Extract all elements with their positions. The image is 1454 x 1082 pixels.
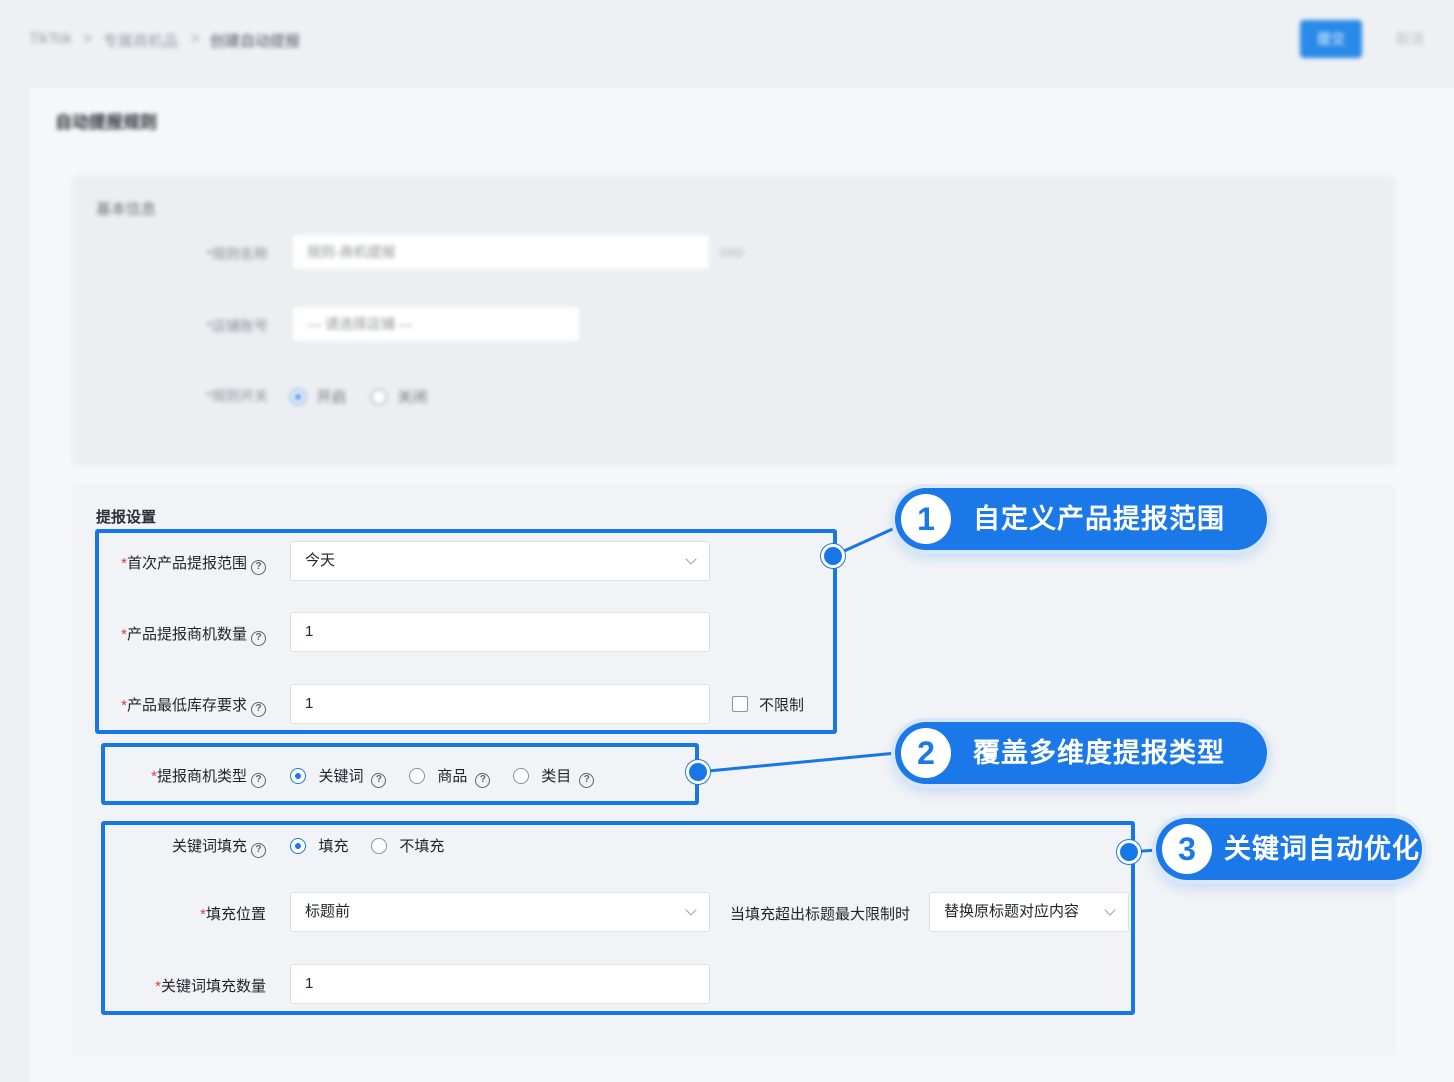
callout-number: 2 [901, 728, 951, 778]
callout-number: 3 [1162, 824, 1212, 874]
annotation-dot-3 [1117, 840, 1141, 864]
callout-text: 覆盖多维度提报类型 [973, 738, 1225, 768]
annotation-callout-3: 3 关键词自动优化 [1156, 818, 1422, 880]
callout-text: 关键词自动优化 [1224, 834, 1420, 864]
callout-number: 1 [901, 494, 951, 544]
annotation-dot-1 [821, 544, 845, 568]
annotation-callout-1: 1 自定义产品提报范围 [895, 488, 1267, 550]
callout-text: 自定义产品提报范围 [973, 504, 1225, 534]
annotation-dot-2 [686, 760, 710, 784]
annotation-callout-2: 2 覆盖多维度提报类型 [895, 722, 1267, 784]
